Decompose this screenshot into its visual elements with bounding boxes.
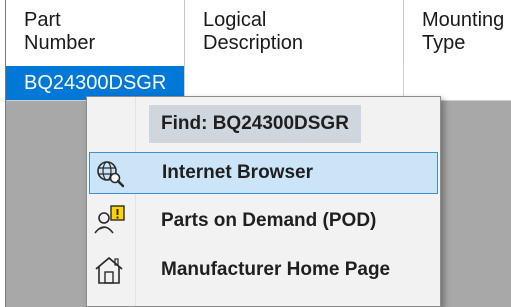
menu-item-internet-browser[interactable]: Internet Browser (89, 152, 438, 194)
menu-item-manufacturer-home-page[interactable]: Manufacturer Home Page (89, 250, 438, 292)
column-header-label: Number (24, 32, 96, 54)
column-header-label: Logical (203, 9, 267, 31)
column-header-mounting-type[interactable]: Mounting Type (404, 0, 511, 66)
column-header-label: Type (422, 32, 466, 54)
column-header-label: Description (203, 32, 304, 54)
globe-search-icon (92, 157, 128, 189)
column-header-label: Part (24, 9, 61, 31)
grid-header-row: Part Number Logical Description Mounting… (6, 0, 511, 67)
person-warning-icon (91, 205, 127, 237)
menu-item-label: Internet Browser (162, 162, 313, 183)
mounting-type-cell[interactable] (404, 66, 511, 100)
menu-item-parts-on-demand[interactable]: Parts on Demand (POD) (89, 201, 438, 243)
menu-find-title: Find: BQ24300DSGR (149, 105, 361, 143)
logical-description-cell[interactable] (185, 66, 404, 100)
menu-item-label: Manufacturer Home Page (161, 259, 391, 280)
column-header-label: Mounting (422, 9, 505, 31)
menu-item-label: Parts on Demand (POD) (161, 210, 377, 231)
context-menu: Find: BQ24300DSGR Internet Browser Parts… (86, 96, 441, 307)
part-number-cell[interactable]: BQ24300DSGR (6, 66, 185, 100)
column-header-logical-description[interactable]: Logical Description (185, 0, 404, 66)
column-header-part-number[interactable]: Part Number (6, 0, 185, 66)
home-icon (91, 254, 127, 286)
